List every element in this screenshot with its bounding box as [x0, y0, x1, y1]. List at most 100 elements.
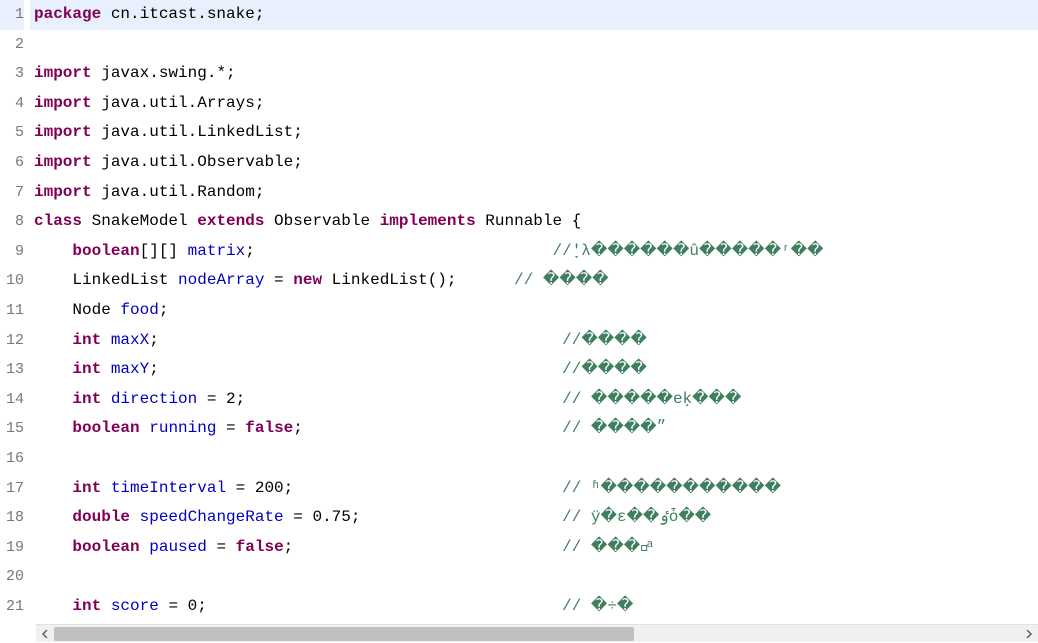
line-number: 13 [0, 355, 24, 385]
code-line[interactable]: int maxY; //���� [30, 355, 1038, 385]
code-editor[interactable]: 123456789101112131415161718192021 packag… [0, 0, 1038, 623]
token-plain [130, 508, 140, 526]
token-field: nodeArray [178, 271, 264, 289]
token-field: food [120, 301, 158, 319]
code-line[interactable]: package cn.itcast.snake; [30, 0, 1038, 30]
line-gutter: 123456789101112131415161718192021 [0, 0, 30, 623]
token-kw: import [34, 64, 101, 82]
line-number: 9 [0, 237, 24, 267]
line-number: 12 [0, 326, 24, 356]
token-plain: LinkedList [34, 271, 178, 289]
token-kw: int [72, 360, 101, 378]
token-kw: int [72, 479, 101, 497]
token-plain: = [216, 419, 245, 437]
token-plain: java.util.Random; [101, 183, 264, 201]
code-line[interactable]: Node food; [30, 296, 1038, 326]
token-plain [101, 390, 111, 408]
token-plain: LinkedList(); [322, 271, 514, 289]
line-number: 21 [0, 592, 24, 622]
token-plain [34, 242, 72, 260]
token-field: timeInterval [111, 479, 226, 497]
token-kw: implements [380, 212, 486, 230]
token-plain: java.util.Arrays; [101, 94, 264, 112]
token-field: matrix [188, 242, 246, 260]
token-plain: = [207, 538, 236, 556]
token-plain [101, 597, 111, 615]
code-line[interactable]: int timeInterval = 200; // ʱ����������� [30, 474, 1038, 504]
token-kw: import [34, 94, 101, 112]
token-kw: extends [197, 212, 274, 230]
token-plain: java.util.LinkedList; [101, 123, 303, 141]
token-kw: import [34, 123, 101, 141]
line-number: 20 [0, 562, 24, 592]
token-plain: = 200; [226, 479, 562, 497]
token-kw: class [34, 212, 92, 230]
scroll-left-button[interactable] [36, 625, 54, 643]
code-line[interactable] [30, 30, 1038, 60]
token-kw: boolean [72, 538, 139, 556]
token-field: score [111, 597, 159, 615]
token-comment: // �����еķ��� [562, 390, 741, 408]
token-plain: javax.swing.*; [101, 64, 235, 82]
token-plain [34, 479, 72, 497]
scroll-right-button[interactable] [1020, 625, 1038, 643]
token-kw: double [72, 508, 130, 526]
token-kw: import [34, 183, 101, 201]
line-number: 1 [0, 0, 24, 30]
token-plain [34, 419, 72, 437]
token-plain [101, 479, 111, 497]
code-line[interactable] [30, 562, 1038, 592]
horizontal-scrollbar[interactable] [36, 624, 1038, 642]
line-number: 5 [0, 118, 24, 148]
token-plain [34, 597, 72, 615]
line-number: 17 [0, 474, 24, 504]
token-plain: ; [284, 538, 562, 556]
code-line[interactable]: boolean paused = false; // ����ͣ [30, 533, 1038, 563]
code-line[interactable]: boolean[][] matrix; //ָ'λ������û�����ʳ�� [30, 237, 1038, 267]
line-number: 14 [0, 385, 24, 415]
scroll-track[interactable] [54, 625, 1020, 643]
code-line[interactable]: import java.util.LinkedList; [30, 118, 1038, 148]
line-number: 19 [0, 533, 24, 563]
token-comment: // ����ͣ [562, 538, 650, 556]
token-field: direction [111, 390, 197, 408]
code-line[interactable]: LinkedList nodeArray = new LinkedList();… [30, 266, 1038, 296]
line-number: 8 [0, 207, 24, 237]
token-comment: //���� [562, 331, 647, 349]
token-plain [34, 360, 72, 378]
code-line[interactable] [30, 444, 1038, 474]
code-line[interactable]: int score = 0; // �÷� [30, 592, 1038, 622]
token-plain: ; [293, 419, 562, 437]
token-kw: false [236, 538, 284, 556]
token-plain [140, 419, 150, 437]
code-line[interactable]: import javax.swing.*; [30, 59, 1038, 89]
token-plain [34, 390, 72, 408]
code-area[interactable]: package cn.itcast.snake; import javax.swi… [30, 0, 1038, 623]
scroll-thumb[interactable] [54, 627, 634, 641]
token-plain: = 2; [197, 390, 562, 408]
token-kw: import [34, 153, 101, 171]
token-kw: int [72, 331, 101, 349]
line-number: 2 [0, 30, 24, 60]
token-field: maxY [111, 360, 149, 378]
code-line[interactable]: boolean running = false; // ����״ [30, 414, 1038, 444]
token-kw: boolean [72, 419, 139, 437]
token-plain: ; [245, 242, 552, 260]
code-line[interactable]: class SnakeModel extends Observable impl… [30, 207, 1038, 237]
token-plain: SnakeModel [92, 212, 198, 230]
line-number: 11 [0, 296, 24, 326]
code-line[interactable]: import java.util.Arrays; [30, 89, 1038, 119]
token-plain [140, 538, 150, 556]
code-line[interactable]: import java.util.Observable; [30, 148, 1038, 178]
token-field: maxX [111, 331, 149, 349]
code-line[interactable]: import java.util.Random; [30, 178, 1038, 208]
token-kw: boolean [72, 242, 139, 260]
token-plain: ; [149, 360, 562, 378]
token-comment: // �÷� [562, 597, 633, 615]
line-number: 6 [0, 148, 24, 178]
code-line[interactable]: int maxX; //���� [30, 326, 1038, 356]
token-plain: Observable [274, 212, 380, 230]
code-line[interactable]: double speedChangeRate = 0.75; // ÿ�ε��ٶ… [30, 503, 1038, 533]
code-line[interactable]: int direction = 2; // �����еķ��� [30, 385, 1038, 415]
token-kw: int [72, 390, 101, 408]
